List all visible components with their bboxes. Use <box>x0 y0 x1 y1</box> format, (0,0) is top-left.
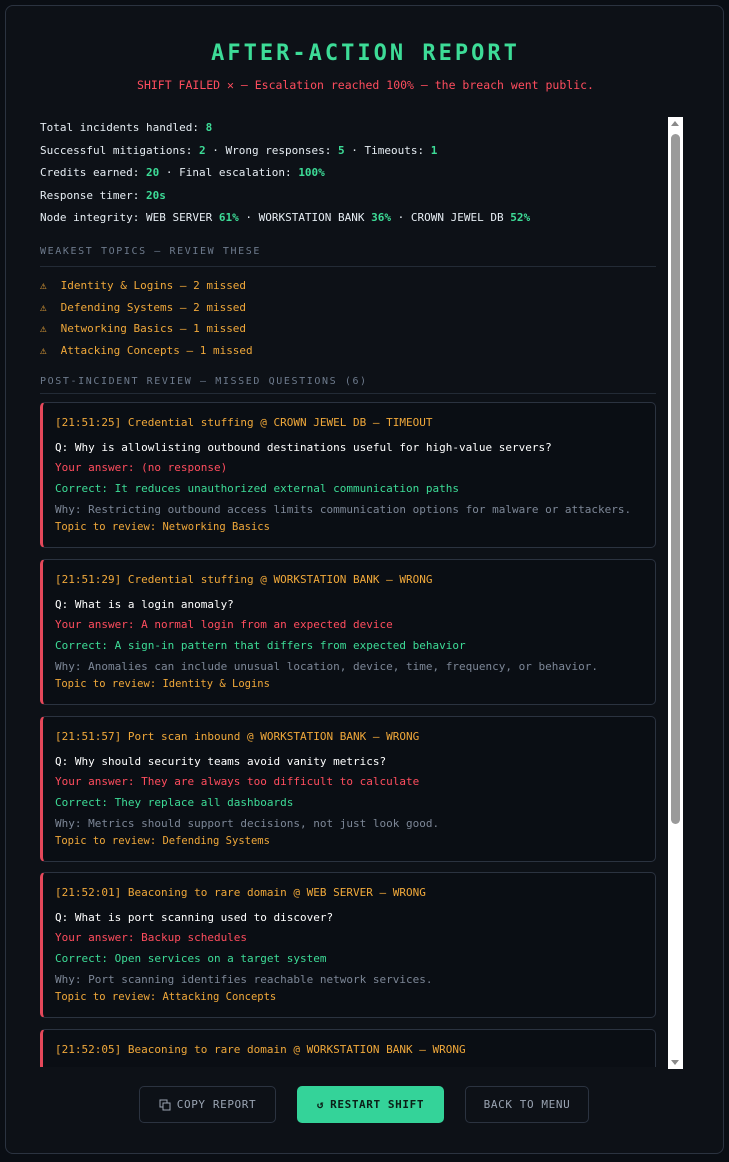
warning-icon: ⚠ <box>40 301 47 314</box>
correct-answer: Correct: It reduces unauthorized externa… <box>55 482 459 495</box>
copy-icon <box>159 1099 171 1110</box>
copy-report-button[interactable]: COPY REPORT <box>139 1086 276 1123</box>
restart-icon: ↺ <box>316 1098 325 1111</box>
question-text: Q: What is a login anomaly? <box>55 598 234 611</box>
restart-shift-button[interactable]: ↺ RESTART SHIFT <box>297 1086 444 1123</box>
warning-icon: ⚠ <box>40 344 47 357</box>
divider <box>40 266 656 267</box>
correct-answer: Correct: A sign-in pattern that differs … <box>55 639 466 652</box>
topic-to-review: Topic to review: Networking Basics <box>55 521 270 533</box>
incident-header: [21:51:25] Credential stuffing @ CROWN J… <box>55 416 433 429</box>
weakest-topics-heading: WEAKEST TOPICS — REVIEW THESE <box>40 246 261 257</box>
incident-header: [21:51:29] Credential stuffing @ WORKSTA… <box>55 573 433 586</box>
your-answer: Your answer: Backup schedules <box>55 931 248 944</box>
question-text: Q: What is port scanning used to discove… <box>55 911 334 924</box>
copy-report-label: COPY REPORT <box>176 1098 257 1111</box>
weak-topic-item: ⚠ Defending Systems — 2 missed <box>40 301 247 314</box>
weak-topic-item: ⚠ Networking Basics — 1 missed <box>40 322 247 335</box>
topic-to-review: Topic to review: Defending Systems <box>55 835 270 847</box>
restart-shift-label: RESTART SHIFT <box>330 1098 425 1111</box>
weak-topic-item: ⚠ Identity & Logins — 2 missed <box>40 279 247 292</box>
explanation: Why: Anomalies can include unusual locat… <box>55 660 599 673</box>
missed-question-card: [21:51:25] Credential stuffing @ CROWN J… <box>40 402 656 548</box>
scrollbar-thumb[interactable] <box>671 134 680 824</box>
missed-questions-heading: POST-INCIDENT REVIEW — MISSED QUESTIONS … <box>40 376 368 387</box>
explanation: Why: Port scanning identifies reachable … <box>55 973 433 986</box>
stat-response-timer: Response timer: 20s <box>40 189 166 202</box>
topic-to-review: Topic to review: Attacking Concepts <box>55 991 277 1003</box>
scroll-up-icon[interactable] <box>671 121 679 126</box>
stat-credits: Credits earned: 20 · Final escalation: 1… <box>40 166 325 179</box>
stat-value: 8 <box>205 121 213 134</box>
question-text: Q: Why should security teams avoid vanit… <box>55 755 387 768</box>
divider <box>40 393 656 394</box>
missed-question-card: [21:52:05] Beaconing to rare domain @ WO… <box>40 1029 656 1067</box>
missed-question-card: [21:52:01] Beaconing to rare domain @ WE… <box>40 872 656 1018</box>
explanation: Why: Metrics should support decisions, n… <box>55 817 440 830</box>
warning-icon: ⚠ <box>40 322 47 335</box>
explanation: Why: Restricting outbound access limits … <box>55 503 632 516</box>
weak-topic-item: ⚠ Attacking Concepts — 1 missed <box>40 344 253 357</box>
scroll-down-icon[interactable] <box>671 1060 679 1065</box>
page-title: AFTER-ACTION REPORT <box>211 41 520 66</box>
your-answer: Your answer: A normal login from an expe… <box>55 618 393 631</box>
back-to-menu-button[interactable]: BACK TO MENU <box>465 1086 589 1123</box>
stat-total-incidents: Total incidents handled: 8 <box>40 121 213 134</box>
incident-header: [21:51:57] Port scan inbound @ WORKSTATI… <box>55 730 420 743</box>
question-text: Q: Why is allowlisting outbound destinat… <box>55 441 552 454</box>
incident-header: [21:52:05] Beaconing to rare domain @ WO… <box>55 1043 466 1056</box>
correct-answer: Correct: Open services on a target syste… <box>55 952 327 965</box>
your-answer: Your answer: They are always too difficu… <box>55 775 420 788</box>
back-to-menu-label: BACK TO MENU <box>483 1098 571 1111</box>
missed-question-card: [21:51:57] Port scan inbound @ WORKSTATI… <box>40 716 656 862</box>
topic-to-review: Topic to review: Identity & Logins <box>55 678 270 690</box>
correct-answer: Correct: They replace all dashboards <box>55 796 294 809</box>
shift-status-banner: SHIFT FAILED ✕ — Escalation reached 100%… <box>137 78 594 92</box>
stat-mitigations: Successful mitigations: 2 · Wrong respon… <box>40 144 438 157</box>
warning-icon: ⚠ <box>40 279 47 292</box>
missed-question-card: [21:51:29] Credential stuffing @ WORKSTA… <box>40 559 656 705</box>
report-scroll-area[interactable]: Total incidents handled: 8 Successful mi… <box>34 112 666 1067</box>
incident-header: [21:52:01] Beaconing to rare domain @ WE… <box>55 886 426 899</box>
your-answer: Your answer: (no response) <box>55 461 228 474</box>
report-scrollbar[interactable] <box>668 117 683 1069</box>
stat-node-integrity: Node integrity: WEB SERVER 61% · WORKSTA… <box>40 211 531 224</box>
